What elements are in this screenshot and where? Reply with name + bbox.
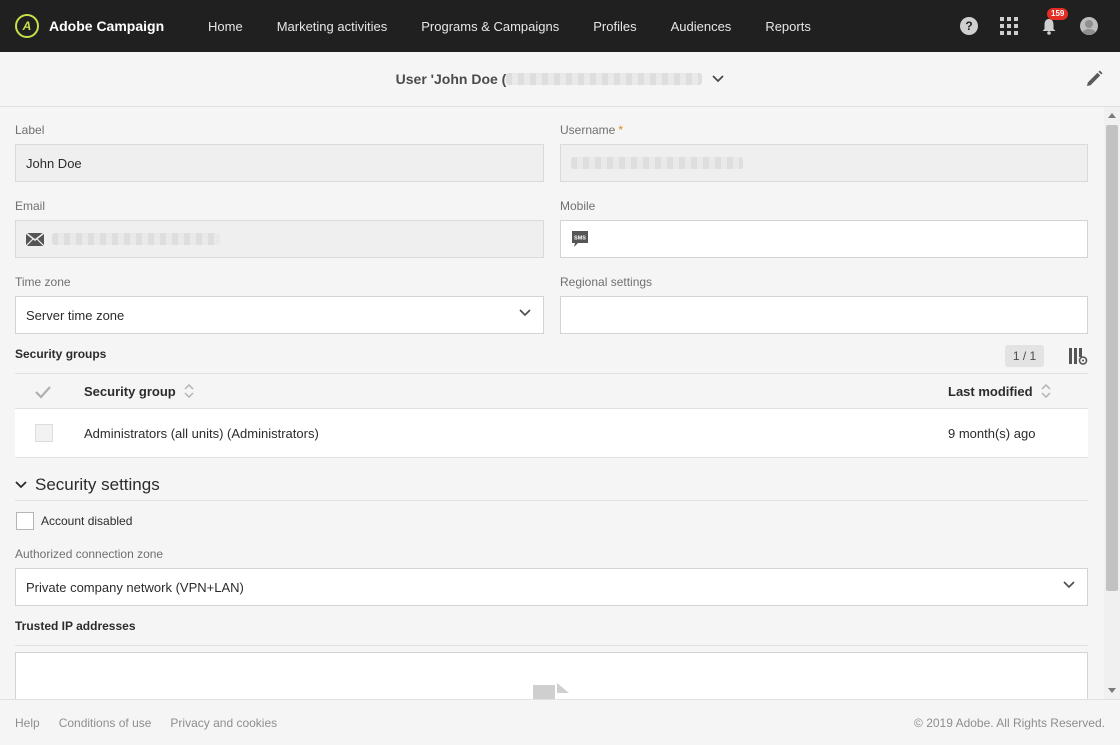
envelope-icon (26, 232, 44, 246)
account-disabled-checkbox[interactable] (16, 512, 34, 530)
column-header-last-modified-label: Last modified (948, 383, 1033, 399)
table-row[interactable]: Administrators (all units) (Administrato… (15, 409, 1088, 458)
email-field-label: Email (15, 199, 46, 213)
column-settings-icon[interactable] (1068, 347, 1088, 365)
sms-icon: SMS (572, 231, 588, 247)
page-title[interactable]: User 'John Doe ( (396, 71, 725, 87)
page-title-text: User 'John Doe ( (395, 71, 507, 87)
edit-pencil-icon[interactable] (1084, 69, 1104, 89)
chevron-down-icon (712, 75, 724, 83)
username-input[interactable] (560, 144, 1088, 182)
chevron-down-icon (1063, 581, 1075, 589)
nav-item-audiences[interactable]: Audiences (671, 19, 732, 34)
notification-count-badge: 159 (1047, 8, 1069, 20)
time-zone-select[interactable]: Server time zone (15, 296, 544, 334)
content-scrollbar[interactable] (1104, 107, 1120, 699)
time-zone-field-label: Time zone (15, 275, 71, 289)
select-all-check-icon[interactable] (34, 385, 52, 399)
help-icon: ? (960, 17, 978, 35)
sort-icon (184, 384, 194, 398)
email-input[interactable] (15, 220, 544, 258)
table-header-row: Security group Last modified (15, 373, 1088, 409)
app-name: Adobe Campaign (49, 18, 165, 34)
username-field-label: Username * (560, 123, 623, 137)
brand[interactable]: A Adobe Campaign (15, 14, 193, 38)
trusted-ip-list (15, 652, 1088, 699)
avatar (1080, 17, 1098, 35)
row-select-checkbox[interactable] (35, 424, 53, 442)
security-settings-title: Security settings (35, 474, 160, 494)
connection-zone-field-label: Authorized connection zone (15, 547, 164, 561)
empty-list-icon (533, 683, 569, 699)
nav-item-marketing-activities[interactable]: Marketing activities (277, 19, 388, 34)
regional-settings-input[interactable] (560, 296, 1088, 334)
apps-grid-icon (1000, 17, 1018, 35)
chevron-down-icon (519, 309, 531, 317)
svg-text:SMS: SMS (574, 236, 586, 242)
mobile-field-label: Mobile (560, 199, 596, 213)
apps-button[interactable] (1000, 17, 1018, 35)
chevron-down-icon (15, 480, 27, 488)
scrollbar-thumb[interactable] (1106, 125, 1118, 591)
label-input[interactable]: John Doe (15, 144, 544, 182)
adobe-campaign-logo-icon: A (15, 14, 39, 38)
help-button[interactable]: ? (960, 17, 978, 35)
last-modified-cell: 9 month(s) ago (948, 425, 1036, 441)
regional-settings-field-label: Regional settings (560, 275, 653, 289)
security-groups-table: Security group Last modified Administrat… (15, 373, 1088, 458)
account-disabled-label: Account disabled (41, 514, 133, 528)
trusted-ip-title: Trusted IP addresses (15, 619, 136, 633)
footer-link-privacy[interactable]: Privacy and cookies (170, 716, 277, 730)
copyright-text: © 2019 Adobe. All Rights Reserved. (914, 715, 1105, 730)
notifications-button[interactable]: 159 (1040, 8, 1069, 35)
footer-link-help[interactable]: Help (15, 716, 40, 730)
security-settings-section-header[interactable]: Security settings (15, 469, 1088, 501)
nav-item-programs-campaigns[interactable]: Programs & Campaigns (421, 19, 559, 34)
label-field-label: Label (15, 123, 45, 137)
time-zone-value: Server time zone (26, 307, 125, 323)
username-label-text: Username (560, 123, 616, 137)
nav-item-home[interactable]: Home (208, 19, 243, 34)
top-navigation-bar: A Adobe Campaign Home Marketing activiti… (0, 0, 1120, 52)
sort-icon (1041, 384, 1051, 398)
label-input-value: John Doe (26, 155, 82, 171)
column-header-security-group-label: Security group (84, 383, 176, 399)
scroll-up-arrow-icon[interactable] (1108, 113, 1116, 118)
nav-right-tools: ? 159 (938, 0, 1098, 52)
scroll-down-arrow-icon[interactable] (1108, 688, 1116, 693)
security-group-cell: Administrators (all units) (Administrato… (84, 425, 319, 441)
redacted-email-value (52, 233, 220, 245)
column-header-last-modified[interactable]: Last modified (948, 384, 1051, 399)
user-profile-button[interactable] (1080, 17, 1098, 35)
mobile-input[interactable]: SMS (560, 220, 1088, 258)
footer-link-conditions[interactable]: Conditions of use (59, 716, 152, 730)
user-form: Label John Doe Username * Email Mobile SM… (0, 107, 1104, 699)
security-groups-title: Security groups (15, 347, 107, 361)
redacted-username (506, 73, 703, 85)
column-header-security-group[interactable]: Security group (84, 384, 194, 399)
connection-zone-select[interactable]: Private company network (VPN+LAN) (15, 568, 1088, 606)
nav-item-profiles[interactable]: Profiles (593, 19, 636, 34)
divider (15, 645, 1088, 646)
main-nav: Home Marketing activities Programs & Cam… (208, 19, 845, 34)
footer: Help Conditions of use Privacy and cooki… (0, 699, 1120, 745)
required-marker: * (618, 123, 624, 137)
nav-item-reports[interactable]: Reports (765, 19, 811, 34)
redacted-username-value (571, 157, 743, 169)
page-header: User 'John Doe ( (0, 52, 1120, 107)
pagination-indicator: 1 / 1 (1005, 345, 1044, 367)
connection-zone-value: Private company network (VPN+LAN) (26, 579, 244, 595)
